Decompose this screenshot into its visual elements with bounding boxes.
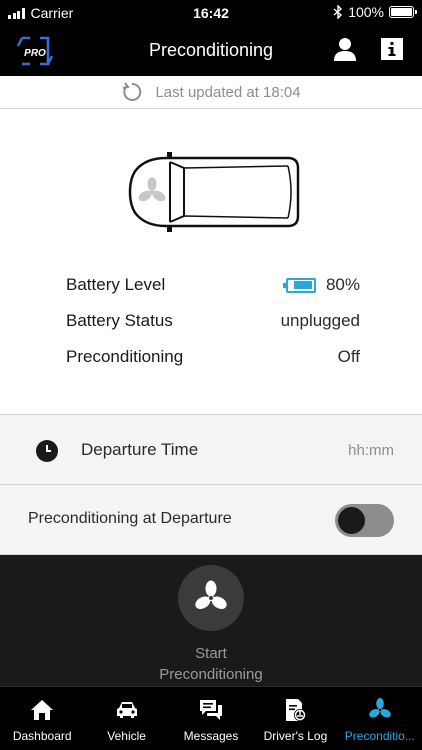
last-updated-bar[interactable]: Last updated at 18:04	[0, 76, 422, 109]
tab-dashboard-label: Dashboard	[12, 729, 72, 743]
departure-time-input[interactable]: hh:mm	[348, 442, 394, 459]
fan-icon	[195, 580, 227, 609]
battery-status-row: Battery Status unplugged	[66, 308, 360, 334]
car-icon	[116, 702, 137, 718]
departure-time-label: Departure Time	[81, 440, 199, 459]
user-profile-icon[interactable]	[330, 35, 360, 65]
bluetooth-icon	[333, 5, 343, 19]
battery-status-value: unplugged	[280, 311, 360, 330]
preconditioning-at-departure-toggle[interactable]	[335, 504, 394, 537]
tab-vehicle[interactable]: Vehicle	[84, 687, 168, 750]
start-label-line1: Start	[195, 645, 227, 662]
battery-level-row: Battery Level 80%	[66, 272, 360, 298]
preconditioning-status-row: Preconditioning Off	[66, 344, 360, 370]
clock-icon	[36, 440, 58, 462]
last-updated-text: Last updated at 18:04	[155, 83, 301, 101]
tab-dashboard[interactable]: Dashboard	[0, 687, 84, 750]
van-fan-icon	[128, 152, 300, 232]
departure-settings: Departure Time hh:mm Preconditioning at …	[0, 415, 422, 555]
nav-bar: PRO Preconditioning	[0, 26, 422, 76]
start-preconditioning-label: Start Preconditioning	[0, 643, 422, 685]
messages-icon	[200, 700, 223, 720]
home-icon	[31, 700, 54, 720]
info-icon[interactable]	[380, 37, 404, 61]
preconditioning-at-departure-label: Preconditioning at Departure	[28, 510, 232, 527]
tab-drivers-log[interactable]: Driver's Log	[253, 687, 337, 750]
tab-preconditioning-label: Preconditio...	[344, 729, 415, 743]
battery-percent: 100%	[348, 4, 384, 20]
preconditioning-status-value: Off	[337, 347, 360, 366]
tab-bar: Dashboard Vehicle Messages Driver's Log	[0, 686, 422, 750]
drivers-log-icon	[286, 699, 307, 721]
status-bar: Carrier 16:42 100%	[0, 0, 422, 26]
vehicle-status-card: Battery Level 80% Battery Status unplugg…	[0, 110, 422, 415]
battery-status-label: Battery Status	[66, 311, 173, 330]
tab-messages-label: Messages	[183, 729, 239, 743]
start-label-line2: Preconditioning	[159, 666, 263, 683]
start-preconditioning-button[interactable]	[178, 565, 244, 631]
preconditioning-status-label: Preconditioning	[66, 347, 184, 366]
tab-vehicle-label: Vehicle	[107, 729, 146, 743]
preconditioning-at-departure-row: Preconditioning at Departure	[0, 486, 422, 555]
departure-time-row[interactable]: Departure Time hh:mm	[0, 415, 422, 485]
fan-icon	[369, 698, 391, 718]
tab-preconditioning[interactable]: Preconditio...	[338, 687, 422, 750]
battery-icon	[389, 6, 417, 18]
start-preconditioning-panel: Start Preconditioning	[0, 555, 422, 686]
tab-drivers-log-label: Driver's Log	[263, 729, 328, 743]
refresh-icon[interactable]	[121, 81, 143, 103]
battery-level-icon	[282, 277, 316, 293]
toggle-knob	[338, 507, 365, 534]
battery-level-value: 80%	[325, 275, 360, 294]
battery-level-label: Battery Level	[66, 275, 166, 294]
tab-messages[interactable]: Messages	[169, 687, 253, 750]
